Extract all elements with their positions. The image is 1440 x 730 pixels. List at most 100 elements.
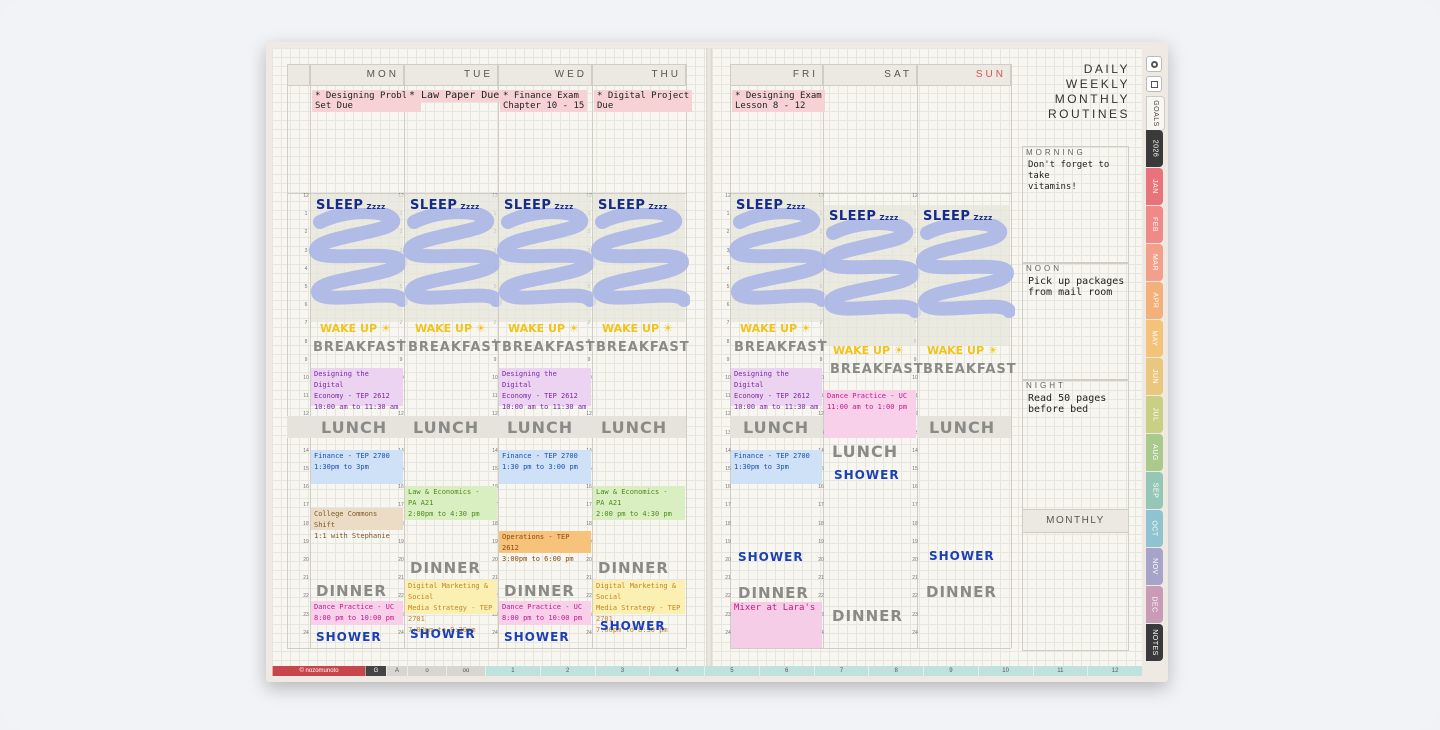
wake-up-fri[interactable]: WAKE UP ☀ [740, 322, 811, 335]
lunch-wed[interactable]: LUNCH [507, 418, 573, 437]
deadline-thu[interactable]: * Digital Project Due [594, 90, 693, 112]
dinner-wed[interactable]: DINNER [504, 582, 575, 600]
bottom-month-3[interactable]: 3 [594, 666, 650, 676]
tab-nov[interactable]: NOV [1146, 548, 1163, 585]
tab-2026[interactable]: 2026 [1146, 130, 1163, 167]
night-section[interactable]: NIGHT Read 50 pages before bed [1022, 379, 1129, 511]
lunch-tue[interactable]: LUNCH [413, 418, 479, 437]
shower-fri[interactable]: SHOWER [738, 550, 804, 564]
morning-text[interactable]: Don't forget to take vitamins! [1028, 160, 1128, 193]
lunch-thu[interactable]: LUNCH [601, 418, 667, 437]
tab-feb[interactable]: FEB [1146, 206, 1163, 243]
noon-section[interactable]: NOON Pick up packages from mail room [1022, 262, 1129, 381]
day-header-fri[interactable]: FRI [730, 64, 823, 86]
breakfast-fri[interactable]: BREAKFAST [734, 340, 828, 355]
tab-goals[interactable]: GOALS [1146, 96, 1165, 131]
breakfast-thu[interactable]: BREAKFAST [596, 340, 690, 355]
event-digital-mkt-thu[interactable]: Digital Marketing & Social Media Strateg… [593, 580, 685, 634]
event-finance-wed[interactable]: Finance - TEP 2700 1:30 pm to 3:00 pm [499, 450, 591, 484]
tab-sep[interactable]: SEP [1146, 472, 1163, 509]
dinner-sun[interactable]: DINNER [926, 583, 997, 601]
shower-thu[interactable]: SHOWER [600, 619, 666, 633]
event-finance-mon[interactable]: Finance - TEP 2700 1:30pm to 3pm [311, 450, 403, 484]
shower-tue[interactable]: SHOWER [410, 627, 476, 641]
tab-dec[interactable]: DEC [1146, 586, 1163, 623]
bottom-month-9[interactable]: 9 [923, 666, 978, 676]
wake-up-sat[interactable]: WAKE UP ☀ [833, 344, 904, 357]
sleep-label[interactable]: SLEEP Zzzz [316, 198, 386, 213]
event-finance-fri[interactable]: Finance - TEP 2700 1:30pm to 3pm [731, 450, 822, 484]
sleep-label[interactable]: SLEEP Zzzz [829, 209, 899, 224]
tab-oct[interactable]: OCT [1146, 510, 1163, 547]
day-header-thu[interactable]: THU [592, 64, 686, 86]
day-header-mon[interactable]: MON [310, 64, 404, 86]
shower-sat[interactable]: SHOWER [834, 468, 900, 482]
day-header-wed[interactable]: WED [498, 64, 592, 86]
shower-wed[interactable]: SHOWER [504, 630, 570, 644]
event-digital-mkt-tue[interactable]: Digital Marketing & Social Media Strateg… [405, 580, 497, 634]
lunch-sat[interactable]: LUNCH [832, 442, 898, 461]
event-design-wed[interactable]: Designing the Digital Economy - TEP 2612… [499, 368, 591, 411]
bookmark-icon[interactable] [1146, 76, 1162, 92]
tab-aug[interactable]: AUG [1146, 434, 1163, 471]
event-dance-wed[interactable]: Dance Practice - UC 8:00 pm to 10:00 pm [499, 601, 591, 625]
settings-icon[interactable] [1146, 56, 1162, 72]
noon-text[interactable]: Pick up packages from mail room [1028, 276, 1124, 298]
breakfast-sat[interactable]: BREAKFAST [830, 362, 924, 377]
event-law-thu[interactable]: Law & Economics - PA A21 2:00 pm to 4:30… [593, 486, 685, 520]
deadline-wed[interactable]: * Finance Exam Chapter 10 - 15 [500, 90, 588, 112]
event-operations-wed[interactable]: Operations - TEP 2612 3:00pm to 6:00 pm [499, 531, 591, 563]
wake-up-tue[interactable]: WAKE UP ☀ [415, 322, 486, 335]
bottom-month-12[interactable]: 12 [1087, 666, 1142, 676]
tab-jan[interactable]: JAN [1146, 168, 1163, 205]
monthly-section[interactable]: MONTHLY [1022, 509, 1129, 651]
event-mixer-fri[interactable]: Mixer at Lara's [731, 602, 822, 648]
event-design-mon[interactable]: Designing the Digital Economy - TEP 2612… [311, 368, 403, 411]
tab-apr[interactable]: APR [1146, 282, 1163, 319]
lunch-fri[interactable]: LUNCH [743, 418, 809, 437]
sleep-label[interactable]: SLEEP Zzzz [736, 198, 806, 213]
breakfast-mon[interactable]: BREAKFAST [313, 340, 407, 355]
dinner-tue[interactable]: DINNER [410, 559, 481, 577]
dinner-fri[interactable]: DINNER [738, 584, 809, 602]
nav-letter-g[interactable]: G [365, 666, 386, 676]
nav-letter-oo[interactable]: oo [446, 666, 485, 676]
breakfast-wed[interactable]: BREAKFAST [502, 340, 596, 355]
event-dance-sat[interactable]: Dance Practice - UC 11:00 am to 1:00 pm [824, 390, 916, 438]
bottom-month-11[interactable]: 11 [1032, 666, 1088, 676]
breakfast-tue[interactable]: BREAKFAST [408, 340, 502, 355]
sleep-label[interactable]: SLEEP Zzzz [923, 209, 993, 224]
bottom-month-1[interactable]: 1 [485, 666, 540, 676]
bottom-month-10[interactable]: 10 [977, 666, 1033, 676]
deadline-tue[interactable]: * Law Paper Due [406, 90, 503, 102]
bottom-month-2[interactable]: 2 [539, 666, 595, 676]
lunch-mon[interactable]: LUNCH [321, 418, 387, 437]
shower-mon[interactable]: SHOWER [316, 630, 382, 644]
night-text[interactable]: Read 50 pages before bed [1028, 393, 1106, 415]
wake-up-wed[interactable]: WAKE UP ☀ [508, 322, 579, 335]
deadline-mon[interactable]: * Designing Problem Set Due [312, 90, 421, 112]
tab-may[interactable]: MAY [1146, 320, 1163, 357]
wake-up-thu[interactable]: WAKE UP ☀ [602, 322, 673, 335]
wake-up-mon[interactable]: WAKE UP ☀ [320, 322, 391, 335]
nav-letter-a[interactable]: A [386, 666, 407, 676]
event-dance-mon[interactable]: Dance Practice - UC 8:00 pm to 10:00 pm [311, 601, 403, 625]
bottom-month-7[interactable]: 7 [813, 666, 869, 676]
event-law-tue[interactable]: Law & Economics - PA A21 2:00pm to 4:30 … [405, 486, 497, 520]
tab-mar[interactable]: MAR [1146, 244, 1163, 281]
tab-notes[interactable]: NOTES [1146, 624, 1163, 661]
wake-up-sun[interactable]: WAKE UP ☀ [927, 344, 998, 357]
event-design-fri[interactable]: Designing the Digital Economy - TEP 2612… [731, 368, 822, 411]
day-header-sun[interactable]: SUN [917, 64, 1011, 86]
bottom-month-8[interactable]: 8 [868, 666, 923, 676]
shower-sun[interactable]: SHOWER [929, 549, 995, 563]
sleep-label[interactable]: SLEEP Zzzz [410, 198, 480, 213]
event-commons-mon[interactable]: College Commons Shift 1:1 with Stephanie [311, 508, 403, 540]
sleep-label[interactable]: SLEEP Zzzz [504, 198, 574, 213]
bottom-month-4[interactable]: 4 [649, 666, 704, 676]
bottom-month-5[interactable]: 5 [704, 666, 759, 676]
breakfast-sun[interactable]: BREAKFAST [923, 362, 1017, 377]
day-header-tue[interactable]: TUE [404, 64, 498, 86]
sleep-label[interactable]: SLEEP Zzzz [598, 198, 668, 213]
dinner-mon[interactable]: DINNER [316, 582, 387, 600]
